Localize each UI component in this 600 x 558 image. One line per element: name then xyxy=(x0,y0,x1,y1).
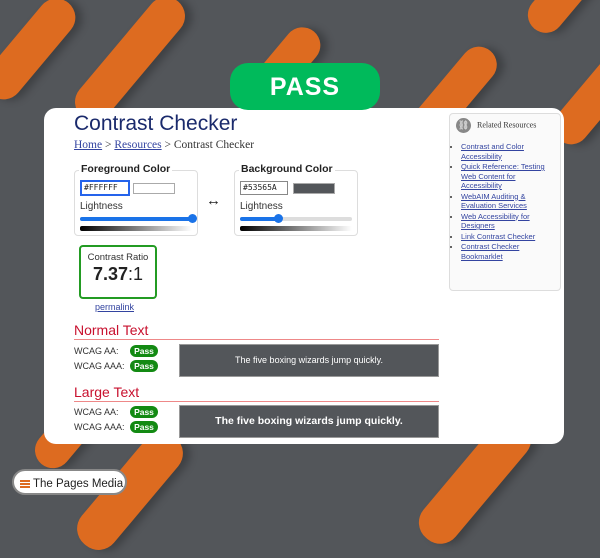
background-legend: Background Color xyxy=(239,163,335,175)
normal-aaa-label: WCAG AAA: xyxy=(74,361,125,371)
pass-banner: PASS xyxy=(230,63,380,110)
page-title: Contrast Checker xyxy=(74,112,238,135)
foreground-color-panel: Foreground Color #FFFFFF Lightness xyxy=(74,163,198,236)
link-chain-icon: ⛓ xyxy=(456,118,471,133)
background-lightness-label: Lightness xyxy=(240,201,283,212)
background-hex-input[interactable]: #53565A xyxy=(240,181,288,195)
list-item: Contrast and Color Accessibility xyxy=(461,142,557,161)
background-lightness-slider[interactable] xyxy=(240,214,352,223)
decorative-stripe xyxy=(520,0,600,41)
slider-fill xyxy=(240,217,279,221)
brand-logo: The Pages Media xyxy=(12,469,127,495)
normal-aa-label: WCAG AA: xyxy=(74,346,119,356)
normal-aaa-pass-badge: Pass xyxy=(130,360,158,372)
ratio-number: 7.37 xyxy=(92,264,129,284)
large-aa-label: WCAG AA: xyxy=(74,407,119,417)
breadcrumb: Home > Resources > Contrast Checker xyxy=(74,139,254,151)
menu-lines-icon xyxy=(20,479,30,488)
large-text-sample: The five boxing wizards jump quickly. xyxy=(179,405,439,438)
brand-name: The Pages Media xyxy=(33,478,124,490)
contrast-ratio-label: Contrast Ratio xyxy=(87,252,149,263)
list-item: WebAIM Auditing & Evaluation Services xyxy=(461,192,557,211)
permalink-link[interactable]: permalink xyxy=(95,302,134,312)
list-item: Contrast Checker Bookmarklet xyxy=(461,242,557,261)
divider xyxy=(74,339,439,340)
contrast-checker-card: Contrast Checker Home > Resources > Cont… xyxy=(44,108,564,444)
foreground-lightness-label: Lightness xyxy=(80,201,123,212)
related-heading-text: Related Resources xyxy=(477,120,537,130)
large-aaa-label: WCAG AAA: xyxy=(74,422,125,432)
breadcrumb-resources-link[interactable]: Resources xyxy=(114,139,161,151)
background-color-picker[interactable] xyxy=(293,183,335,194)
related-link[interactable]: Web Accessibility for Designers xyxy=(461,212,530,231)
list-item: Link Contrast Checker xyxy=(461,232,557,242)
related-resources-heading: ⛓ Related Resources xyxy=(456,118,536,133)
list-item: Quick Reference: Testing Web Content for… xyxy=(461,162,557,191)
normal-text-heading: Normal Text xyxy=(74,322,149,338)
ratio-suffix: :1 xyxy=(128,264,144,284)
breadcrumb-separator: > xyxy=(104,139,112,151)
breadcrumb-separator: > xyxy=(164,139,172,151)
swap-colors-icon[interactable]: ↔ xyxy=(206,192,221,209)
breadcrumb-current: Contrast Checker xyxy=(173,139,255,151)
foreground-hex-input[interactable]: #FFFFFF xyxy=(80,180,130,196)
divider xyxy=(74,401,439,402)
related-link[interactable]: Contrast and Color Accessibility xyxy=(461,142,524,161)
related-link[interactable]: Link Contrast Checker xyxy=(461,232,535,241)
foreground-legend: Foreground Color xyxy=(79,163,173,175)
background-color-panel: Background Color #53565A Lightness xyxy=(234,163,358,236)
related-resources-panel: ⛓ Related Resources Contrast and Color Ac… xyxy=(449,113,561,291)
large-aa-pass-badge: Pass xyxy=(130,406,158,418)
contrast-ratio-value: 7.37:1 xyxy=(81,264,155,285)
foreground-lightness-slider[interactable] xyxy=(80,214,197,223)
normal-text-sample: The five boxing wizards jump quickly. xyxy=(179,344,439,377)
related-link[interactable]: Quick Reference: Testing Web Content for… xyxy=(461,162,545,190)
lightness-gradient xyxy=(240,226,352,231)
slider-thumb[interactable] xyxy=(188,214,197,223)
slider-thumb[interactable] xyxy=(274,214,284,223)
normal-aa-pass-badge: Pass xyxy=(130,345,158,357)
slider-fill xyxy=(80,217,192,221)
large-text-heading: Large Text xyxy=(74,384,140,400)
related-link[interactable]: WebAIM Auditing & Evaluation Services xyxy=(461,192,527,211)
decorative-stripe xyxy=(0,0,84,108)
related-links-list: Contrast and Color Accessibility Quick R… xyxy=(450,142,557,262)
list-item: Web Accessibility for Designers xyxy=(461,212,557,231)
large-aaa-pass-badge: Pass xyxy=(130,421,158,433)
breadcrumb-home-link[interactable]: Home xyxy=(74,139,102,151)
lightness-gradient xyxy=(80,226,192,231)
contrast-ratio-box: Contrast Ratio 7.37:1 xyxy=(79,245,157,299)
related-link[interactable]: Contrast Checker Bookmarklet xyxy=(461,242,519,261)
foreground-color-picker[interactable] xyxy=(133,183,175,194)
